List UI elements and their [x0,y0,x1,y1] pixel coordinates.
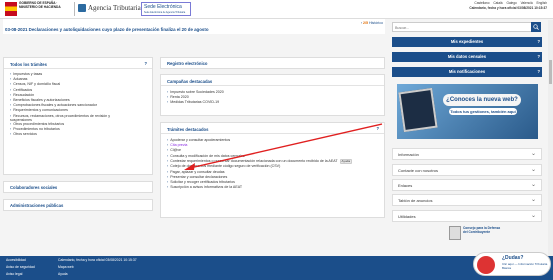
list-item[interactable]: Otros servicios [10,132,120,137]
defensor-emblem-icon [449,226,461,240]
panel-title: Todos los trámites [10,62,47,67]
help-icon[interactable]: ? [537,67,540,77]
footer-col-2: Calendario, fecha y hora oficial 03/08/2… [58,257,137,278]
lang-galego[interactable]: Galego [506,1,516,5]
sede-electronica-link[interactable]: Sede Electrónica Sede Electrónica de Age… [141,2,191,16]
list-item[interactable]: Suscripción a avisos informativos de la … [167,185,352,190]
accordion-label: Tablón de anuncios [398,198,433,203]
campanas-list: Impuesto sobre Sociedades 2020 Renta 202… [167,90,224,106]
accordion-informacion[interactable]: Información ⌄ [392,148,542,160]
accordion-label: Enlaces [398,183,413,188]
accordion-tablon[interactable]: Tablón de anuncios ⌄ [392,194,542,206]
assistant-avatar-icon [477,256,495,274]
news-bar: ‹ 2/5 Histórico 03-08-2021 Declaraciones… [3,19,385,34]
government-label: GOBIERNO DE ESPAÑA · MINISTERIO DE HACIE… [19,1,61,9]
mis-expedientes-label: Mis expedientes [450,39,484,44]
header-divider [74,2,75,16]
lang-valencia[interactable]: Valencià [521,1,533,5]
accordion-label: Información [398,152,419,157]
news-pager: ‹ 2/5 Histórico [361,21,383,25]
panel-header: Todos los trámites ? [4,58,152,69]
help-chat-bubble[interactable]: ¿Dudas? Clic aquí — Información Tributar… [473,252,551,276]
chevron-down-icon: ⌄ [530,182,536,188]
help-subtitle: Clic aquí — Información Tributaria Básic… [502,262,548,270]
news-page-indicator: 2/5 [363,21,369,25]
news-headline[interactable]: 03-08-2021 Declaraciones y autoliquidaci… [5,27,209,32]
accordion-enlaces[interactable]: Enlaces ⌄ [392,179,542,191]
defensor-label: Consejo para la Defensa del Contribuyent… [463,226,501,234]
campanas-panel: Campañas destacadas Impuesto sobre Socie… [160,74,385,116]
page-scrollbar[interactable] [548,20,553,256]
chevron-down-icon: ⌄ [530,151,536,157]
colaboradores-panel[interactable]: Colaboradores sociales [3,181,153,193]
lang-catala[interactable]: Català [493,1,502,5]
laptop-illustration [398,87,438,133]
footer-link[interactable]: Ayuda [58,271,137,278]
spain-flag-icon [5,2,17,16]
administraciones-panel[interactable]: Administraciones públicas [3,199,153,211]
help-icon[interactable]: ? [144,61,147,66]
defensor-contribuyente-link[interactable]: Consejo para la Defensa del Contribuyent… [449,225,500,243]
official-datetime-link[interactable]: Calendario, fecha y hora oficial 03/08/2… [469,6,547,10]
footer: Accesibilidad Aviso de seguridad Aviso l… [0,256,553,280]
footer-link[interactable]: Accesibilidad [6,257,35,264]
accordion-label: Contacte con nosotros [398,168,439,173]
footer-link[interactable]: Aviso legal [6,271,35,278]
help-icon[interactable]: ? [537,37,540,47]
administraciones-title: Administraciones públicas [10,203,64,208]
scrollbar-thumb[interactable] [549,60,552,84]
accordion-label: Utilidades [398,214,416,219]
annotation-arrow-icon [184,123,383,170]
accordion-contacte[interactable]: Contacte con nosotros ⌄ [392,164,542,176]
agency-logo[interactable]: Agencia Tributaria [78,4,141,13]
chevron-down-icon: ⌄ [530,213,536,219]
promo-headline: ¿Conoces la nueva web? [443,94,521,106]
news-prev-button[interactable]: ‹ [361,21,362,25]
sede-title: Sede Electrónica [144,4,182,10]
panel-title: Campañas destacadas [167,79,213,84]
panel-header: Campañas destacadas [161,75,384,86]
footer-link[interactable]: Calendario, fecha y hora oficial 03/08/2… [58,257,137,264]
mis-expedientes-button[interactable]: Mis expedientes? [392,37,542,47]
news-history-link[interactable]: Histórico [369,21,383,25]
new-web-promo-banner[interactable]: ¿Conoces la nueva web? Todos tus gestion… [397,84,538,139]
search-icon [533,24,539,30]
mis-notificaciones-button[interactable]: Mis notificaciones? [392,67,542,77]
colaboradores-title: Colaboradores sociales [10,185,58,190]
mis-datos-censales-button[interactable]: Mis datos censales? [392,52,542,62]
sede-subtitle: Sede Electrónica de Agencia Tributaria [144,11,186,14]
registro-title: Registro electrónico [167,61,208,66]
lang-english[interactable]: English [537,1,547,5]
chevron-down-icon: ⌄ [530,197,536,203]
search-input[interactable]: Buscar... [392,22,532,32]
search-placeholder: Buscar... [395,26,409,30]
todos-tramites-panel: Todos los trámites ? Impuestos y tasas A… [3,57,153,175]
mis-notificaciones-label: Mis notificaciones [448,69,486,74]
help-title: ¿Dudas? [502,255,524,261]
lang-castellano[interactable]: Castellano [474,1,489,5]
top-header: GOBIERNO DE ESPAÑA · MINISTERIO DE HACIE… [0,0,553,19]
registro-panel[interactable]: Registro electrónico [160,57,385,69]
agency-mark-icon [78,4,86,13]
footer-link[interactable]: Mapa web [58,264,137,271]
mis-datos-censales-label: Mis datos censales [447,54,487,59]
footer-link[interactable]: Aviso de seguridad [6,264,35,271]
accordion-utilidades[interactable]: Utilidades ⌄ [392,210,542,222]
search-button[interactable] [531,22,541,32]
chevron-down-icon: ⌄ [530,167,536,173]
footer-col-1: Accesibilidad Aviso de seguridad Aviso l… [6,257,35,278]
agency-name: Agencia Tributaria [88,4,141,12]
language-selector: Castellano Català Galego Valencià Englis… [471,1,547,5]
tramites-list: Impuestos y tasas Aduanas Censos, NIF y … [10,72,120,138]
list-item[interactable]: Recursos, reclamaciones, otros procedimi… [10,114,120,122]
list-item[interactable]: Medidas Tributarias COVID-19 [167,100,224,105]
help-icon[interactable]: ? [537,52,540,62]
promo-subtitle: Todos tus gestiones, también aquí [449,108,517,115]
